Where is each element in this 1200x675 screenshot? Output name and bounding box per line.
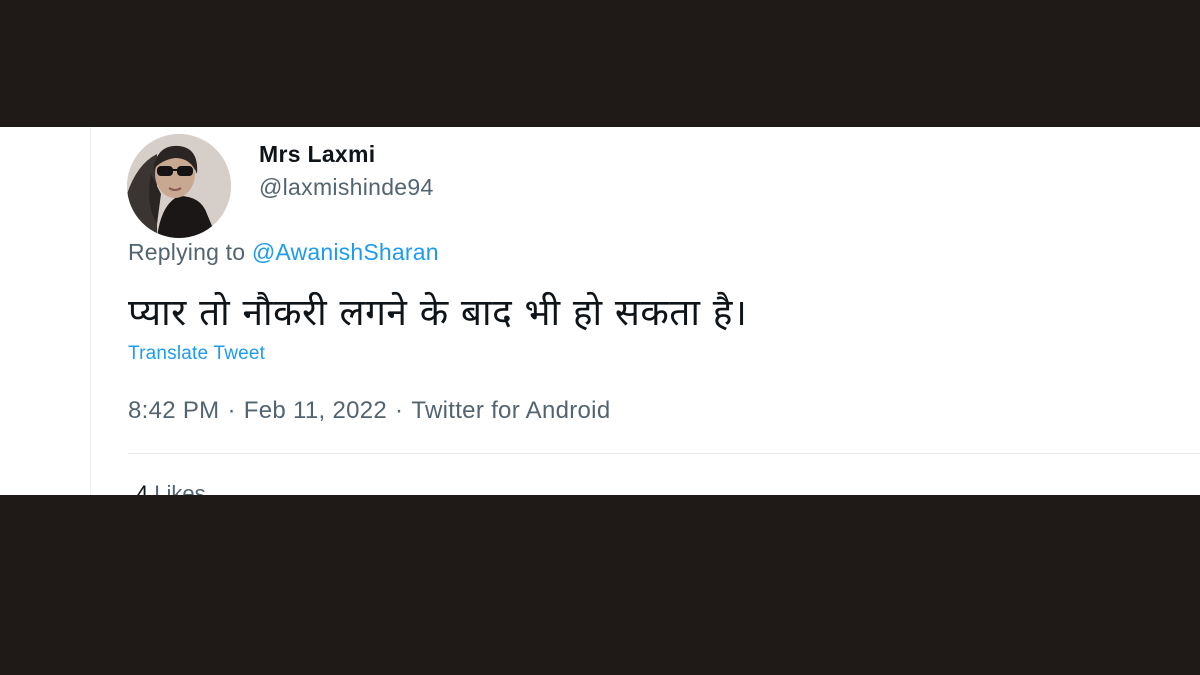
likes-count-link[interactable]: 4 Likes — [136, 481, 206, 495]
screenshot-frame: Mrs Laxmi @laxmishinde94 Replying to @Aw… — [0, 0, 1200, 675]
meta-separator: · — [227, 397, 236, 424]
thread-divider — [90, 127, 91, 495]
tweet-time[interactable]: 8:42 PM — [128, 397, 219, 424]
replying-to-label: Replying to — [128, 239, 246, 265]
divider — [128, 453, 1200, 454]
replying-to-line: Replying to @AwanishSharan — [128, 239, 439, 266]
tweet-text: प्यार तो नौकरी लगने के बाद भी हो सकता है… — [128, 291, 748, 334]
replying-to-link[interactable]: @AwanishSharan — [252, 239, 439, 265]
avatar-photo-icon — [127, 134, 231, 238]
user-handle[interactable]: @laxmishinde94 — [259, 174, 434, 201]
tweet-date[interactable]: Feb 11, 2022 — [244, 397, 387, 424]
translate-tweet-link[interactable]: Translate Tweet — [128, 343, 265, 365]
display-name[interactable]: Mrs Laxmi — [259, 141, 375, 168]
likes-label: Likes — [154, 481, 206, 495]
tweet-source[interactable]: Twitter for Android — [411, 397, 610, 424]
tweet-metadata: 8:42 PM · Feb 11, 2022 · Twitter for Android — [128, 397, 610, 425]
likes-count: 4 — [136, 481, 149, 495]
avatar[interactable] — [127, 134, 231, 238]
meta-separator: · — [395, 397, 404, 424]
tweet-card: Mrs Laxmi @laxmishinde94 Replying to @Aw… — [0, 127, 1200, 495]
